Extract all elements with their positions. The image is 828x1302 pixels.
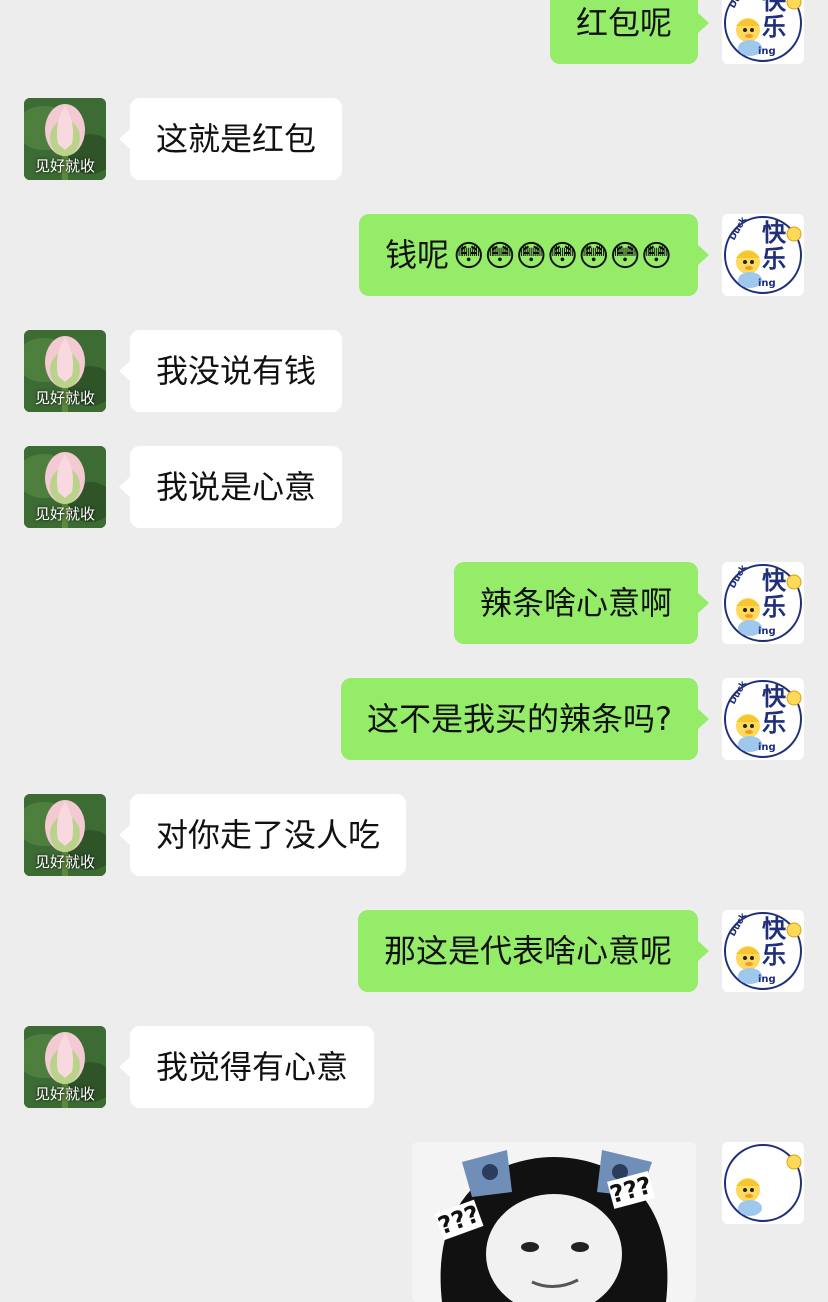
message-text: 那这是代表啥心意呢 <box>383 932 672 970</box>
message-text: 我没说有钱 <box>156 352 317 390</box>
outgoing-message-bubble[interactable]: 那这是代表啥心意呢 <box>357 910 710 992</box>
outgoing-message-bubble[interactable]: 辣条啥心意啊 <box>453 562 710 644</box>
message-text: 辣条啥心意啊 <box>479 584 672 622</box>
contact-avatar[interactable]: 见好就收 <box>24 1026 106 1108</box>
avatar-caption: 见好就收 <box>34 389 95 407</box>
meme-sticker[interactable]: ??? ??? <box>412 1142 696 1302</box>
message-text: 这不是我买的辣条吗? <box>367 700 672 738</box>
outgoing-message-bubble[interactable]: 这不是我买的辣条吗? <box>341 678 709 760</box>
avatar-label-small: ing <box>758 974 776 985</box>
avatar-label-main: 快乐 <box>762 0 786 41</box>
incoming-message-bubble[interactable]: 我觉得有心意 <box>118 1026 375 1108</box>
message-text: 对你走了没人吃 <box>156 816 381 854</box>
my-avatar[interactable]: Duck快乐ing <box>722 0 804 64</box>
avatar-caption: 见好就收 <box>34 1085 95 1103</box>
avatar-caption: 见好就收 <box>34 157 95 175</box>
my-avatar[interactable]: Duck快乐ing <box>722 678 804 760</box>
flushed-face-emoji-icon: 😳😳😳😳😳😳😳 <box>453 239 672 274</box>
my-avatar[interactable]: Duck快乐ing <box>722 910 804 992</box>
avatar-label-small: ing <box>758 742 776 753</box>
avatar-label-main: 快乐 <box>762 567 786 621</box>
avatar-label-main: 快乐 <box>762 683 786 737</box>
outgoing-message-bubble[interactable]: 钱呢 😳😳😳😳😳😳😳 <box>359 214 709 296</box>
avatar-label-small: ing <box>758 46 776 57</box>
contact-avatar[interactable]: 见好就收 <box>24 446 106 528</box>
message-text: 我说是心意 <box>156 468 317 506</box>
avatar-label-main: 快乐 <box>762 219 786 273</box>
avatar-caption: 见好就收 <box>34 853 95 871</box>
avatar-label-small: ing <box>758 626 776 637</box>
contact-avatar[interactable]: 见好就收 <box>24 98 106 180</box>
avatar-label-small: ing <box>758 278 776 289</box>
avatar-label-main: 快乐 <box>762 915 786 969</box>
incoming-message-bubble[interactable]: 我没说有钱 <box>118 330 343 412</box>
my-avatar[interactable]: Duck快乐ing <box>722 562 804 644</box>
contact-avatar[interactable]: 见好就收 <box>24 794 106 876</box>
contact-avatar[interactable]: 见好就收 <box>24 330 106 412</box>
outgoing-message-bubble[interactable]: 红包呢 <box>549 0 710 64</box>
avatar-caption: 见好就收 <box>34 505 95 523</box>
message-text: 红包呢 <box>575 4 672 42</box>
message-text: 我觉得有心意 <box>156 1048 349 1086</box>
incoming-message-bubble[interactable]: 我说是心意 <box>118 446 343 528</box>
my-avatar[interactable]: Duck快乐ing <box>722 214 804 296</box>
incoming-message-bubble[interactable]: 这就是红包 <box>118 98 343 180</box>
incoming-message-bubble[interactable]: 对你走了没人吃 <box>118 794 407 876</box>
message-text: 这就是红包 <box>156 120 317 158</box>
my-avatar[interactable] <box>722 1142 804 1224</box>
message-text: 钱呢 <box>385 236 450 274</box>
